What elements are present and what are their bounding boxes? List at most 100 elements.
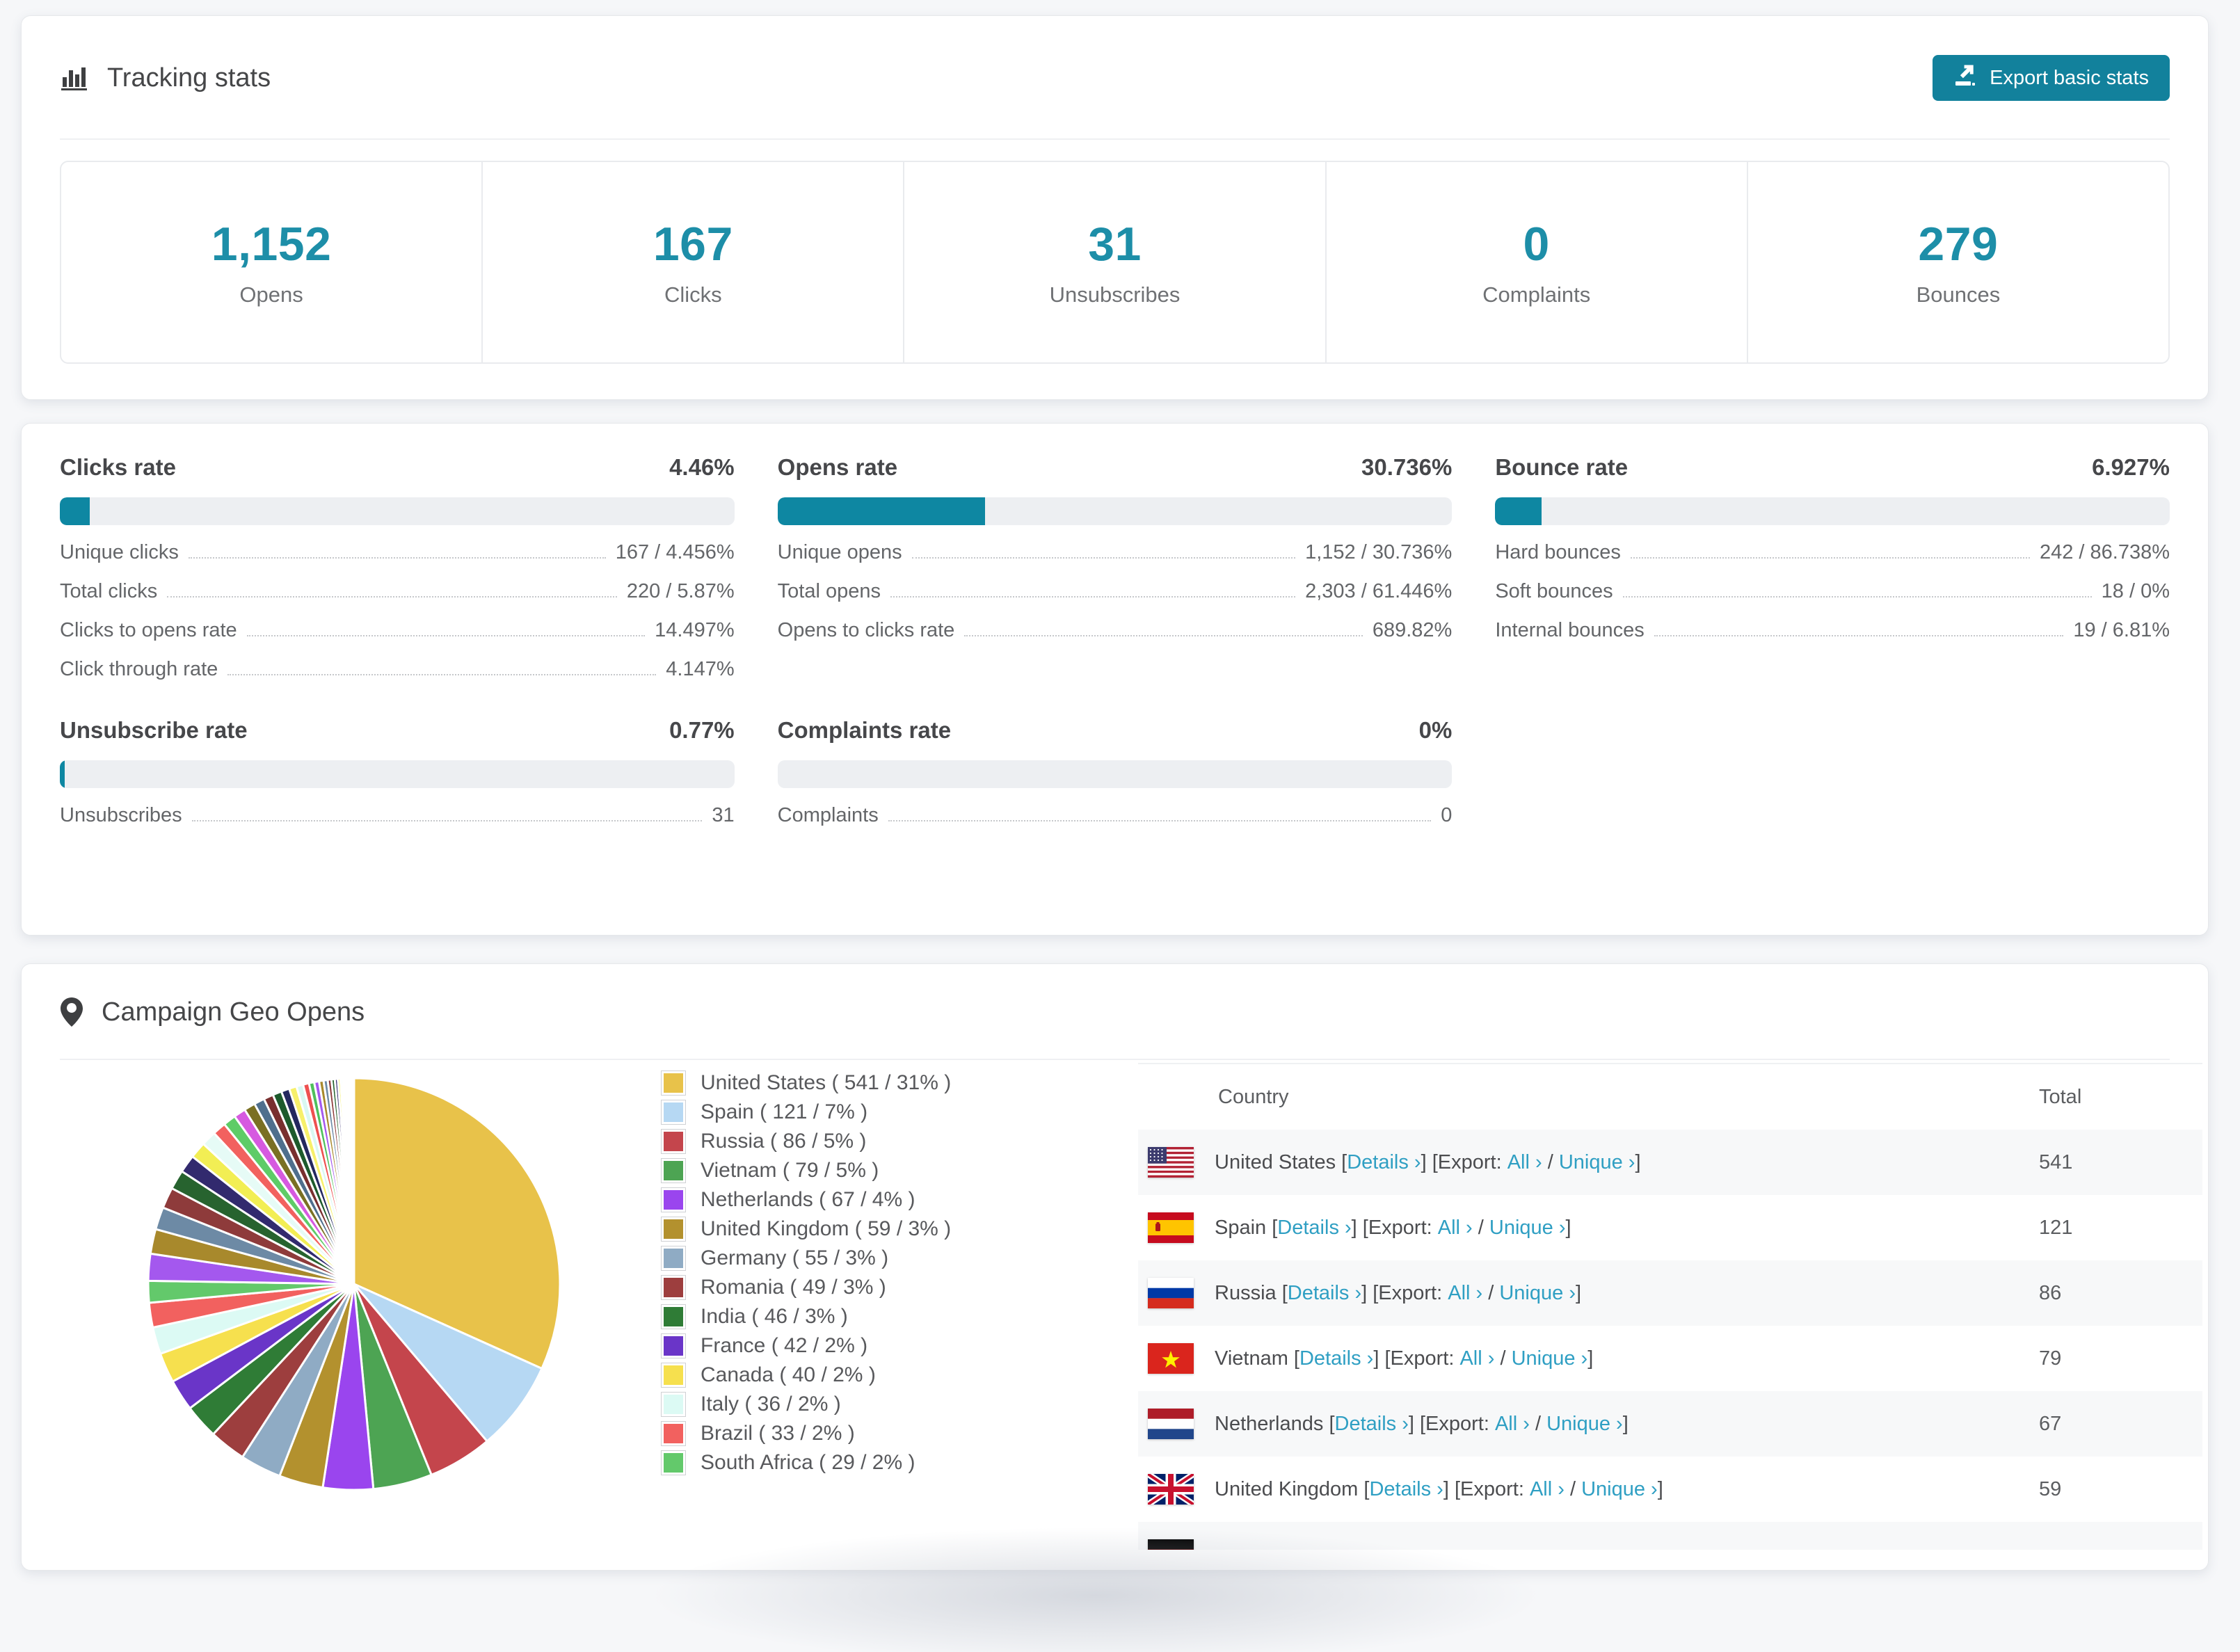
export-unique-link[interactable]: Unique › — [1581, 1478, 1658, 1501]
country-column-header: Country — [1138, 1086, 2039, 1109]
export-all-link[interactable]: All › — [1507, 1151, 1542, 1174]
details-link[interactable]: Details › — [1369, 1478, 1443, 1501]
legend-label: Romania ( 49 / 3% ) — [701, 1276, 886, 1299]
link-bracket: ] — [1623, 1413, 1629, 1436]
dotted-leader — [888, 820, 1431, 821]
geo-title-text: Campaign Geo Opens — [102, 997, 365, 1027]
legend-swatch — [662, 1276, 685, 1299]
details-link[interactable]: Details › — [1335, 1413, 1409, 1436]
export-all-link[interactable]: All › — [1495, 1413, 1530, 1436]
export-unique-link[interactable]: Unique › — [1559, 1151, 1635, 1174]
details-link[interactable]: Details › — [1299, 1347, 1373, 1370]
dotted-leader — [167, 596, 617, 598]
legend-swatch — [662, 1363, 685, 1387]
table-row-partial — [1138, 1522, 2202, 1550]
rate-metric-row-unique-clicks: Unique clicks167 / 4.456% — [60, 541, 735, 564]
export-basic-stats-button[interactable]: Export basic stats — [1933, 55, 2170, 101]
progress-bar-track — [60, 497, 735, 525]
rate-value: 6.927% — [2092, 454, 2170, 481]
progress-bar-fill — [60, 497, 90, 525]
nl-flag-icon — [1148, 1409, 1194, 1439]
link-bracket: ] [Export: — [1352, 1217, 1438, 1240]
legend-swatch — [662, 1130, 685, 1153]
legend-item-united-kingdom[interactable]: United Kingdom ( 59 / 3% ) — [662, 1214, 951, 1244]
legend-item-south-africa[interactable]: South Africa ( 29 / 2% ) — [662, 1448, 951, 1477]
export-all-link[interactable]: All › — [1530, 1478, 1565, 1501]
rate-block-complaints-rate: Complaints rate0%Complaints0 — [778, 717, 1453, 827]
stat-label: Complaints — [1482, 282, 1590, 307]
legend-item-united-states[interactable]: United States ( 541 / 31% ) — [662, 1068, 951, 1098]
rate-metric-value: 31 — [712, 804, 734, 827]
export-unique-link[interactable]: Unique › — [1546, 1413, 1623, 1436]
export-unique-link[interactable]: Unique › — [1489, 1217, 1566, 1240]
link-separator: / — [1542, 1151, 1559, 1174]
tracking-title-text: Tracking stats — [107, 63, 271, 93]
total-cell: 121 — [2039, 1217, 2202, 1240]
rate-metric-value: 0 — [1441, 804, 1452, 827]
link-separator: / — [1494, 1347, 1511, 1370]
tracking-card-title: Tracking stats — [60, 63, 271, 93]
rate-metric-value: 167 / 4.456% — [616, 541, 735, 564]
legend-item-italy[interactable]: Italy ( 36 / 2% ) — [662, 1390, 951, 1419]
pie-slice-small-40[interactable] — [353, 1078, 354, 1284]
rate-metric-label: Hard bounces — [1495, 541, 1621, 564]
export-unique-link[interactable]: Unique › — [1512, 1347, 1588, 1370]
legend-item-india[interactable]: India ( 46 / 3% ) — [662, 1302, 951, 1331]
legend-item-vietnam[interactable]: Vietnam ( 79 / 5% ) — [662, 1156, 951, 1185]
link-bracket: ] [Export: — [1443, 1478, 1530, 1501]
legend-label: United States ( 541 / 31% ) — [701, 1071, 951, 1095]
progress-bar-track — [60, 760, 735, 788]
rate-block-bounce-rate: Bounce rate6.927%Hard bounces242 / 86.73… — [1495, 454, 2170, 681]
rate-metric-value: 2,303 / 61.446% — [1305, 580, 1452, 603]
legend-label: United Kingdom ( 59 / 3% ) — [701, 1217, 951, 1241]
tracking-stats-card: Tracking stats Export basic stats 1,152O… — [21, 15, 2209, 400]
tracking-card-body: 1,152Opens167Clicks31Unsubscribes0Compla… — [22, 140, 2208, 364]
rate-metric-value: 14.497% — [655, 619, 735, 642]
country-cell: Russia [Details ›] [Export: All › / Uniq… — [1138, 1278, 2039, 1308]
details-link[interactable]: Details › — [1277, 1217, 1351, 1240]
legend-item-france[interactable]: France ( 42 / 2% ) — [662, 1331, 951, 1361]
country-name: Vietnam — [1215, 1347, 1294, 1370]
export-all-link[interactable]: All › — [1448, 1282, 1482, 1305]
legend-item-spain[interactable]: Spain ( 121 / 7% ) — [662, 1098, 951, 1127]
rates-grid: Clicks rate4.46% Unique clicks167 / 4.456… — [22, 424, 2208, 827]
dotted-leader — [1631, 557, 2030, 559]
link-separator: / — [1565, 1478, 1581, 1501]
rate-title-row: Clicks rate4.46% — [60, 454, 735, 481]
legend-label: Germany ( 55 / 3% ) — [701, 1246, 888, 1270]
export-all-link[interactable]: All › — [1438, 1217, 1473, 1240]
link-bracket: [ — [1329, 1413, 1334, 1436]
dotted-leader — [912, 557, 1295, 559]
rate-metric-label: Complaints — [778, 804, 879, 827]
country-cell — [1138, 1539, 2039, 1550]
stat-value: 0 — [1523, 217, 1550, 271]
export-all-link[interactable]: All › — [1459, 1347, 1494, 1370]
legend-item-brazil[interactable]: Brazil ( 33 / 2% ) — [662, 1419, 951, 1448]
progress-bar-fill — [1495, 497, 1542, 525]
legend-label: Netherlands ( 67 / 4% ) — [701, 1188, 915, 1212]
legend-item-netherlands[interactable]: Netherlands ( 67 / 4% ) — [662, 1185, 951, 1214]
rate-metric-label: Unsubscribes — [60, 804, 182, 827]
legend-item-romania[interactable]: Romania ( 49 / 3% ) — [662, 1273, 951, 1302]
rate-metric-label: Opens to clicks rate — [778, 619, 955, 642]
dotted-leader — [227, 674, 656, 675]
rate-value: 0% — [1419, 717, 1453, 744]
country-cell: United Kingdom [Details ›] [Export: All … — [1138, 1474, 2039, 1505]
geo-opens-pie-chart — [125, 1054, 584, 1514]
export-unique-link[interactable]: Unique › — [1499, 1282, 1576, 1305]
ru-flag-icon — [1148, 1278, 1194, 1308]
progress-bar-fill — [60, 760, 65, 788]
rate-metric-value: 220 / 5.87% — [627, 580, 735, 603]
rate-metric-value: 19 / 6.81% — [2073, 619, 2170, 642]
summary-stat-complaints: 0 Complaints — [1327, 162, 1748, 362]
legend-label: South Africa ( 29 / 2% ) — [701, 1451, 915, 1475]
legend-item-germany[interactable]: Germany ( 55 / 3% ) — [662, 1244, 951, 1273]
rate-title: Bounce rate — [1495, 454, 1628, 481]
details-link[interactable]: Details › — [1288, 1282, 1361, 1305]
legend-item-russia[interactable]: Russia ( 86 / 5% ) — [662, 1127, 951, 1156]
rate-metric-row-clicks-to-opens-rate: Clicks to opens rate14.497% — [60, 619, 735, 642]
legend-label: India ( 46 / 3% ) — [701, 1305, 848, 1329]
legend-item-canada[interactable]: Canada ( 40 / 2% ) — [662, 1361, 951, 1390]
details-link[interactable]: Details › — [1347, 1151, 1421, 1174]
link-bracket: ] — [1658, 1478, 1663, 1501]
